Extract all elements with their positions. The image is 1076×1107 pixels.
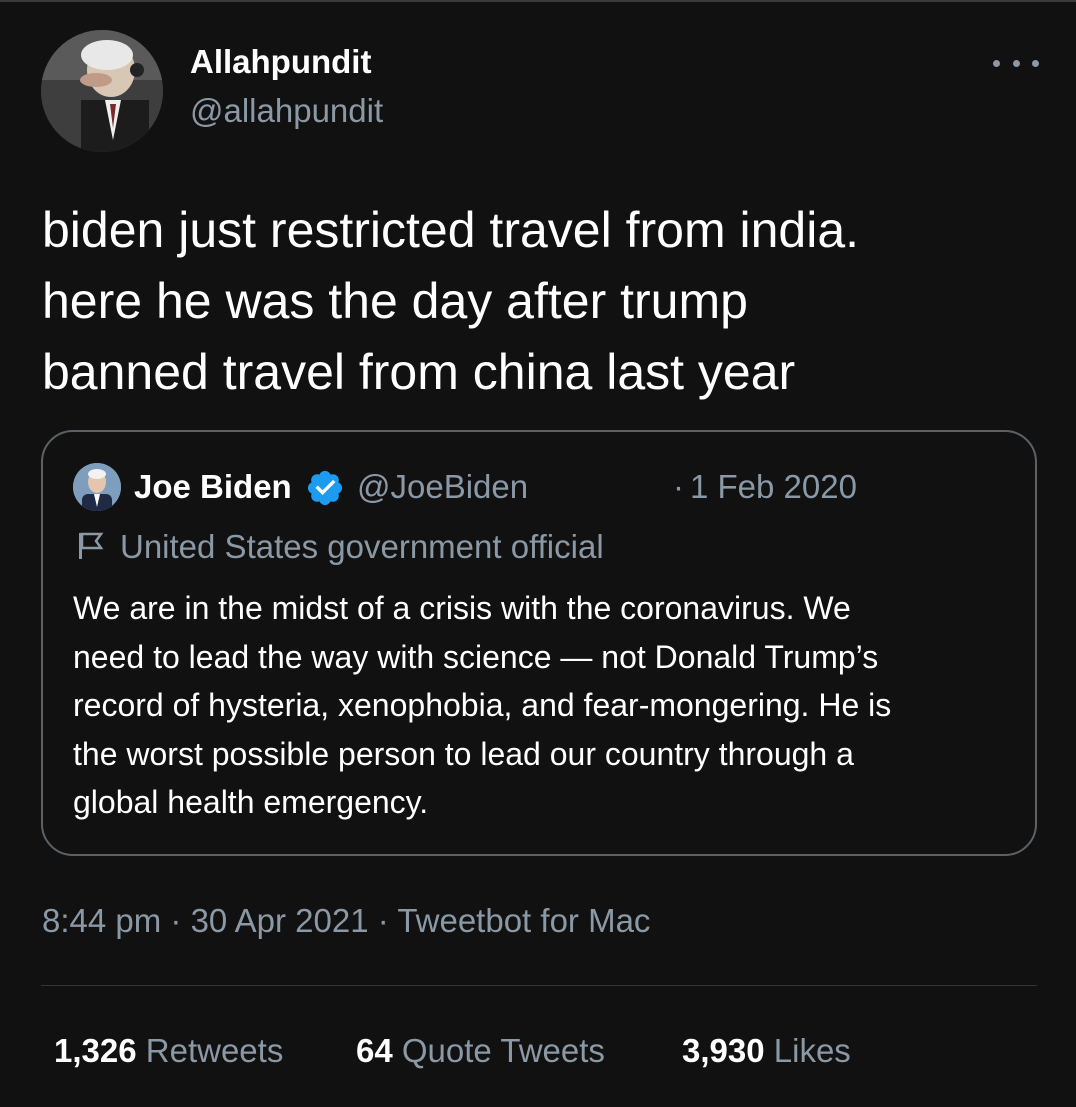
quoted-author-avatar-image — [73, 463, 121, 511]
tweet-metadata: 8:44 pm · 30 Apr 2021 · Tweetbot for Mac — [42, 902, 650, 940]
likes-label: Likes — [773, 1032, 851, 1069]
quoted-tweet-text: We are in the midst of a crisis with the… — [73, 584, 1023, 827]
tweet-date[interactable]: 30 Apr 2021 — [191, 902, 369, 939]
likes-count: 3,930 — [682, 1032, 765, 1069]
quoted-text-line: record of hysteria, xenophobia, and fear… — [73, 687, 892, 723]
tweet-time[interactable]: 8:44 pm — [42, 902, 161, 939]
tweet-text-line: here he was the day after trump — [42, 273, 748, 329]
verified-badge-icon — [307, 470, 343, 506]
divider — [41, 985, 1037, 986]
quoted-tweet-date[interactable]: 1 Feb 2020 — [690, 468, 857, 506]
retweets-stat[interactable]: 1,326 Retweets — [54, 1032, 283, 1070]
tweet-text-line: banned travel from china last year — [42, 344, 796, 400]
quoted-text-line: need to lead the way with science — not … — [73, 638, 879, 675]
quote-tweets-count: 64 — [356, 1032, 393, 1069]
likes-stat[interactable]: 3,930 Likes — [682, 1032, 851, 1070]
quoted-date-separator: · — [673, 468, 684, 505]
tweet-text: biden just restricted travel from india.… — [42, 195, 1042, 408]
quote-tweets-label: Quote Tweets — [401, 1032, 605, 1069]
author-avatar-image — [41, 30, 163, 152]
quoted-text-line: We are in the midst of a crisis with the… — [73, 590, 851, 626]
quoted-author-avatar[interactable] — [73, 463, 121, 511]
tweet-text-line: biden just restricted travel from india. — [42, 202, 860, 258]
retweets-label: Retweets — [145, 1032, 284, 1069]
more-icon — [993, 59, 1000, 67]
top-border — [0, 0, 1076, 2]
quoted-text-line: global health emergency. — [73, 784, 429, 820]
author-avatar[interactable] — [41, 30, 163, 152]
quote-tweets-stat[interactable]: 64 Quote Tweets — [356, 1032, 605, 1070]
government-official-label[interactable]: United States government official — [120, 528, 604, 566]
quoted-text-line: the worst possible person to lead our co… — [73, 735, 854, 772]
more-icon-dot — [1012, 59, 1020, 67]
author-display-name[interactable]: Allahpundit — [190, 43, 371, 81]
tweet-source[interactable]: Tweetbot for Mac — [397, 902, 650, 939]
more-icon-dot — [1032, 59, 1039, 67]
more-options-button[interactable] — [993, 50, 1039, 76]
meta-separator: · — [161, 902, 191, 939]
quoted-author-handle[interactable]: @JoeBiden — [357, 468, 528, 506]
retweets-count: 1,326 — [54, 1032, 137, 1069]
meta-separator: · — [368, 902, 398, 939]
flag-icon — [79, 532, 104, 559]
author-handle[interactable]: @allahpundit — [190, 92, 383, 130]
quoted-author-name[interactable]: Joe Biden — [134, 468, 292, 506]
